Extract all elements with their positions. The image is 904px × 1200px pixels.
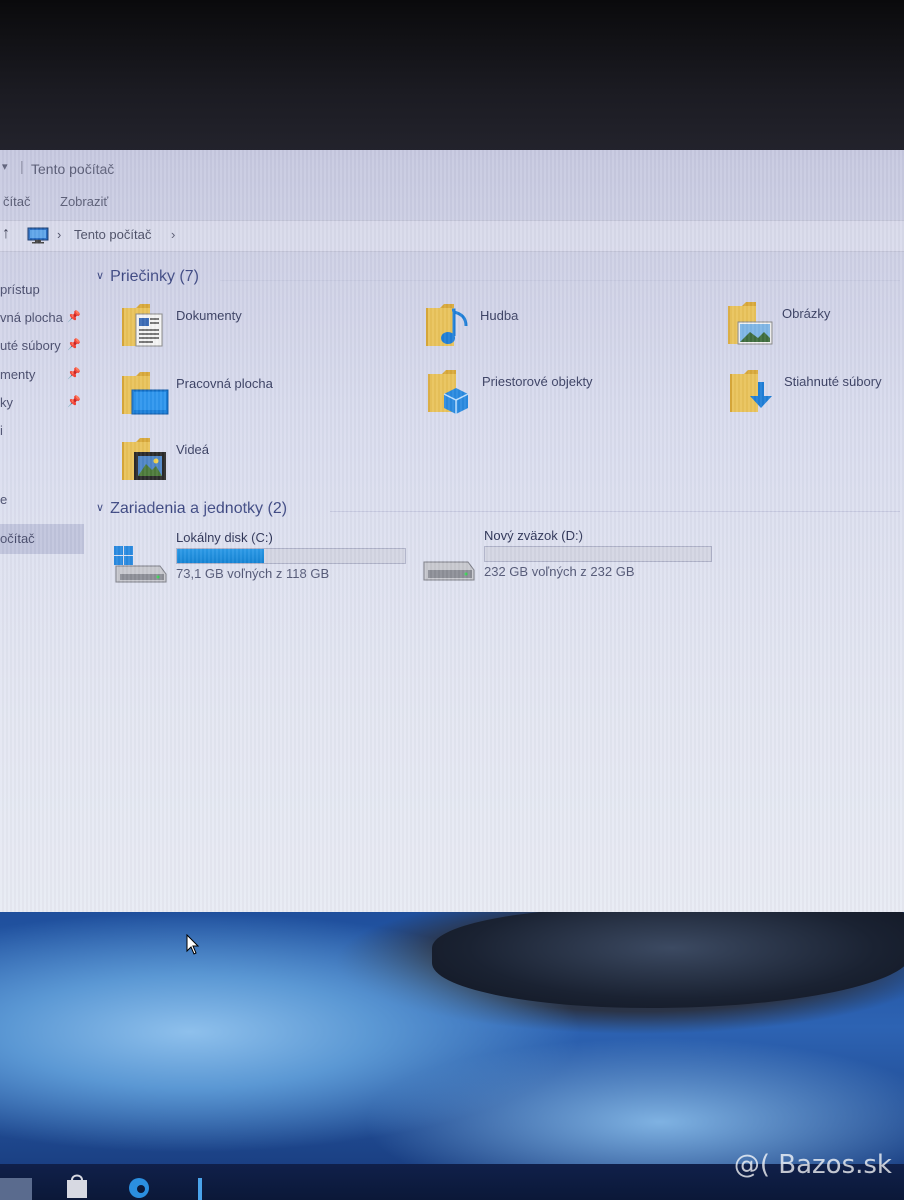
3d-objects-folder-icon xyxy=(428,370,469,414)
nav-item-label: očítač xyxy=(0,531,35,546)
drive-name: Nový zväzok (D:) xyxy=(484,528,583,543)
pin-icon: 📌 xyxy=(67,396,81,408)
drive-c[interactable]: Lokálny disk (C:) 73,1 GB voľných z 118 … xyxy=(112,530,412,590)
breadcrumb-chevron[interactable]: › xyxy=(57,227,61,242)
pin-icon: 📌 xyxy=(67,368,81,380)
ribbon-tabs: čítač Zobraziť xyxy=(0,192,904,214)
nav-item-label: ky xyxy=(0,395,13,410)
nav-item-quick-access[interactable]: prístup xyxy=(0,278,84,302)
drive-usage-bar xyxy=(176,548,406,564)
folder-label: Hudba xyxy=(480,308,519,323)
breadcrumb-this-pc[interactable]: Tento počítač xyxy=(74,227,151,242)
title-bar: ▾ | Tento počítač xyxy=(0,158,904,182)
wallpaper-rock xyxy=(432,912,904,1008)
nav-item-label: e xyxy=(0,492,8,507)
folder-label: Pracovná plocha xyxy=(176,376,273,391)
drive-free-space: 73,1 GB voľných z 118 GB xyxy=(176,566,330,581)
nav-item-desktop[interactable]: vná plocha 📌 xyxy=(0,306,84,330)
edge-browser-icon[interactable] xyxy=(126,1172,152,1200)
folder-label: Dokumenty xyxy=(176,308,242,323)
start-button[interactable] xyxy=(0,1178,32,1200)
pictures-folder-icon xyxy=(728,302,773,345)
window-title: Tento počítač xyxy=(31,161,115,177)
devices-heading: Zariadenia a jednotky (2) xyxy=(110,500,288,517)
folder-label: Obrázky xyxy=(782,306,831,321)
drive-d[interactable]: Nový zväzok (D:) 232 GB voľných z 232 GB xyxy=(420,528,720,588)
section-divider xyxy=(220,280,900,281)
drive-free-space: 232 GB voľných z 232 GB xyxy=(484,564,635,579)
nav-item-pictures[interactable]: ky 📌 xyxy=(0,391,84,415)
folder-label: Priestorové objekty xyxy=(482,374,593,389)
documents-folder-icon xyxy=(122,304,163,347)
chevron-down-icon[interactable]: ∨ xyxy=(96,269,104,282)
store-icon[interactable] xyxy=(64,1172,90,1200)
chevron-down-icon[interactable]: ∨ xyxy=(96,501,104,514)
address-bar[interactable]: ↑ › Tento počítač › xyxy=(0,220,904,252)
quick-access-dropdown[interactable]: ▾ xyxy=(2,160,8,173)
desktop-folder-icon xyxy=(122,372,169,415)
computer-icon xyxy=(27,227,49,244)
drive-icon xyxy=(423,561,475,581)
monitor-bezel xyxy=(0,0,904,152)
folders-heading: Priečinky (7) xyxy=(110,268,199,285)
mouse-cursor-icon xyxy=(186,934,200,955)
section-divider xyxy=(330,511,900,512)
pin-icon: 📌 xyxy=(67,339,81,351)
folders-section-header[interactable]: ∨ Priečinky (7) xyxy=(96,268,199,286)
breadcrumb-chevron-end[interactable]: › xyxy=(171,227,175,242)
nav-item-label: prístup xyxy=(0,282,40,297)
devices-section-header[interactable]: ∨ Zariadenia a jednotky (2) xyxy=(96,500,287,518)
folder-label: Stiahnuté súbory xyxy=(784,374,882,389)
music-folder-icon xyxy=(426,304,468,346)
windows-drive-icon xyxy=(114,546,167,583)
nav-item-label: uté súbory xyxy=(0,338,61,353)
nav-item-label: i xyxy=(0,423,3,438)
file-explorer-window: ▾ | Tento počítač čítač Zobraziť ↑ › Ten… xyxy=(0,150,904,918)
nav-item-downloads[interactable]: uté súbory 📌 xyxy=(0,334,84,358)
pin-icon: 📌 xyxy=(67,311,81,323)
bazos-watermark: @( Bazos.sk xyxy=(733,1150,892,1180)
downloads-folder-icon xyxy=(730,370,772,412)
videos-folder-icon xyxy=(122,438,166,480)
up-arrow-icon[interactable]: ↑ xyxy=(2,225,10,243)
tab-view[interactable]: Zobraziť xyxy=(60,194,108,209)
nav-item-documents[interactable]: menty 📌 xyxy=(0,363,84,387)
nav-item-this-pc[interactable]: očítač xyxy=(0,524,84,554)
navigation-pane: prístup vná plocha 📌 uté súbory 📌 menty … xyxy=(0,268,84,688)
drive-usage-fill xyxy=(177,549,264,563)
drive-name: Lokálny disk (C:) xyxy=(176,530,273,545)
desktop-wallpaper xyxy=(0,912,904,1168)
nav-item-partial[interactable]: i xyxy=(0,419,84,443)
tab-computer[interactable]: čítač xyxy=(3,194,30,209)
folder-label: Videá xyxy=(176,442,210,457)
nav-item-label: menty xyxy=(0,367,36,382)
title-separator: | xyxy=(20,158,24,174)
nav-item-label: vná plocha xyxy=(0,310,63,325)
file-explorer-taskbar-icon[interactable] xyxy=(194,1172,220,1200)
nav-item-onedrive[interactable]: e xyxy=(0,488,84,512)
drive-usage-bar xyxy=(484,546,712,562)
